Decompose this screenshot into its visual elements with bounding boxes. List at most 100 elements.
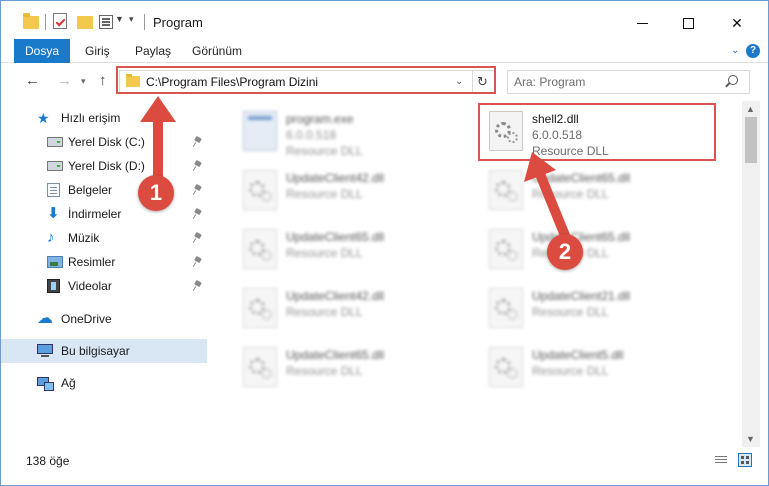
step-1-badge: 1 (138, 175, 174, 211)
address-path[interactable]: C:\Program Files\Program Dizini (146, 75, 318, 89)
file-item[interactable]: UpdateClient21.dll Resource DLL (475, 282, 705, 334)
file-item[interactable]: UpdateClient65.dll Resource DLL (229, 223, 459, 275)
file-type: Resource DLL (532, 187, 609, 201)
sidebar-item-network[interactable]: Ağ (1, 371, 207, 395)
pin-icon[interactable] (194, 137, 202, 147)
pin-icon[interactable] (194, 281, 202, 291)
file-list: program.exe 6.0.0.518 Resource DLL shell… (211, 101, 742, 447)
tab-view[interactable]: Görünüm (192, 39, 242, 63)
star-icon: ★ (37, 110, 50, 126)
sidebar-item-videos[interactable]: Videolar (1, 274, 207, 298)
expand-ribbon-icon[interactable]: ⌄ (731, 45, 743, 57)
window-title: Program (153, 15, 203, 30)
file-item[interactable]: UpdateClient42.dll Resource DLL (229, 282, 459, 334)
sidebar-item-label: Müzik (68, 231, 100, 245)
file-type: Resource DLL (532, 364, 609, 378)
sidebar-item-label: Yerel Disk (C:) (68, 135, 145, 149)
address-bar[interactable]: C:\Program Files\Program Dizini ⌄ ↻ (119, 70, 496, 94)
dll-gear-icon (489, 229, 523, 269)
help-icon[interactable]: ? (746, 44, 760, 58)
large-icons-view-icon[interactable] (738, 453, 752, 467)
minimize-button[interactable] (619, 9, 665, 37)
folder-icon (126, 74, 140, 87)
scroll-up-icon[interactable]: ▲ (746, 104, 755, 114)
sidebar-item-documents[interactable]: Belgeler (1, 178, 207, 202)
recent-locations-icon[interactable]: ▾ (81, 76, 86, 94)
music-icon: ♪ (47, 229, 55, 246)
sidebar-item-local-disk-c[interactable]: Yerel Disk (C:) (1, 130, 207, 154)
tab-share[interactable]: Paylaş (135, 39, 171, 63)
properties-icon[interactable] (53, 13, 67, 29)
file-item[interactable]: UpdateClient5.dll Resource DLL (475, 341, 705, 393)
search-box[interactable] (507, 70, 750, 94)
folder-icon (23, 13, 39, 29)
sidebar-item-label: Bu bilgisayar (61, 344, 130, 358)
sidebar-item-this-pc[interactable]: Bu bilgisayar (1, 339, 207, 363)
vertical-scrollbar[interactable]: ▲ ▼ (742, 101, 760, 447)
dll-gear-icon (243, 288, 277, 328)
pin-icon[interactable] (194, 185, 202, 195)
documents-icon (47, 183, 60, 197)
dll-gear-icon (489, 347, 523, 387)
minimize-icon (636, 22, 648, 24)
videos-icon (47, 279, 60, 293)
sidebar-item-downloads[interactable]: ⬇ İndirmeler (1, 202, 207, 226)
disk-icon (47, 137, 63, 147)
details-view-icon[interactable] (715, 455, 727, 465)
pin-icon[interactable] (194, 161, 202, 171)
forward-button[interactable]: → (57, 72, 72, 90)
sidebar-item-onedrive[interactable]: ☁ OneDrive (1, 307, 207, 331)
step-2-badge: 2 (547, 234, 583, 270)
file-item[interactable]: UpdateClient42.dll Resource DLL (229, 164, 459, 216)
computer-icon (37, 344, 53, 357)
new-folder-icon[interactable] (77, 16, 93, 29)
file-item-shell2-dll[interactable]: shell2.dll 6.0.0.518 Resource DLL (475, 105, 705, 158)
tab-home[interactable]: Giriş (85, 39, 110, 63)
navigation-pane: ★ Hızlı erişim Yerel Disk (C:) Yerel Dis… (1, 101, 209, 447)
dll-gear-icon (243, 170, 277, 210)
maximize-icon (682, 17, 694, 29)
sidebar-item-label: Resimler (68, 255, 116, 269)
scroll-down-icon[interactable]: ▼ (746, 434, 755, 444)
ribbon-tabs: Dosya Giriş Paylaş Görünüm ⌄ ? (1, 39, 768, 63)
file-version: 6.0.0.518 (532, 128, 583, 142)
pin-icon[interactable] (194, 209, 202, 219)
pin-icon[interactable] (194, 233, 202, 243)
view-icon[interactable] (99, 15, 113, 29)
sidebar-item-quick-access[interactable]: ★ Hızlı erişim (1, 106, 207, 130)
file-item-program-exe[interactable]: program.exe 6.0.0.518 Resource DLL (229, 105, 459, 158)
file-item[interactable]: UpdateClient65.dll Resource DLL (475, 223, 705, 275)
pictures-icon (47, 256, 63, 268)
file-name: UpdateClient65.dll (532, 171, 631, 185)
close-button[interactable]: ✕ (714, 9, 760, 37)
navigation-bar: ← → ▾ ↑ C:\Program Files\Program Dizini … (1, 63, 768, 101)
file-version: 6.0.0.518 (286, 128, 337, 142)
title-bar: ▼ ▾ Program ✕ (1, 1, 768, 39)
maximize-button[interactable] (665, 9, 711, 37)
back-button[interactable]: ← (25, 72, 40, 90)
cloud-icon: ☁ (37, 310, 53, 327)
sidebar-item-label: Belgeler (68, 183, 113, 197)
refresh-icon[interactable]: ↻ (477, 74, 488, 90)
dll-gear-icon (489, 288, 523, 328)
chevron-down-icon[interactable]: ▼ (115, 14, 125, 30)
sidebar-item-pictures[interactable]: Resimler (1, 250, 207, 274)
address-separator (472, 71, 473, 93)
sidebar-item-music[interactable]: ♪ Müzik (1, 226, 207, 250)
pin-icon[interactable] (194, 257, 202, 267)
search-icon[interactable] (728, 75, 738, 85)
scrollbar-thumb[interactable] (745, 117, 757, 163)
sidebar-item-label: Yerel Disk (D:) (68, 159, 145, 173)
file-type: Resource DLL (286, 144, 363, 158)
file-name: UpdateClient42.dll (286, 171, 385, 185)
search-input[interactable] (514, 74, 724, 90)
file-item[interactable]: UpdateClient65.dll Resource DLL (475, 164, 705, 216)
customize-toolbar-icon[interactable]: ▾ (129, 14, 139, 30)
file-type: Resource DLL (286, 364, 363, 378)
file-item[interactable]: UpdateClient65.dll Resource DLL (229, 341, 459, 393)
sidebar-item-local-disk-d[interactable]: Yerel Disk (D:) (1, 154, 207, 178)
up-button[interactable]: ↑ (99, 72, 107, 90)
sidebar-item-label: Ağ (61, 376, 76, 390)
chevron-down-icon[interactable]: ⌄ (455, 76, 463, 87)
tab-file[interactable]: Dosya (14, 39, 70, 63)
